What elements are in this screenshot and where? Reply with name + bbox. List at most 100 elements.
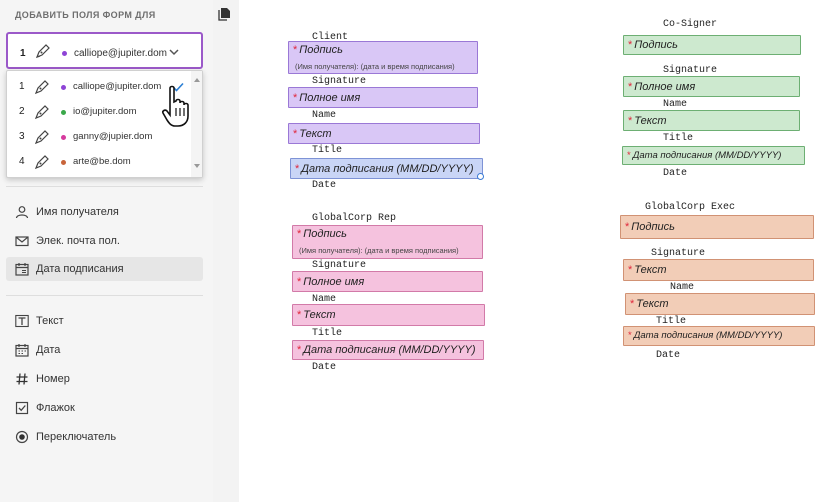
field-value: Подпись — [303, 228, 347, 240]
option-number: 3 — [19, 131, 25, 142]
field-text: * Подпись — [293, 44, 343, 56]
field-text: * Дата подписания (MM/DD/YYYY) — [297, 344, 476, 356]
field-recipient-email[interactable]: Элек. почта пол. — [6, 229, 203, 253]
gcrep-title-field[interactable]: * Текст — [292, 304, 485, 326]
recipient-color-dot — [61, 110, 66, 115]
calendar-signed-icon — [15, 263, 29, 276]
field-value: Текст — [636, 298, 669, 310]
field-value: Текст — [634, 115, 667, 127]
field-text: * Дата подписания (MM/DD/YYYY) — [295, 163, 474, 175]
field-checkbox[interactable]: Флажок — [6, 396, 203, 420]
calendar-icon — [15, 344, 29, 357]
field-label: Номер — [36, 373, 70, 385]
recipient-option-4[interactable]: 4 arte@be.dom — [7, 149, 192, 174]
field-text: * Полное имя — [297, 276, 365, 288]
option-email: ganny@jupier.dom — [73, 131, 153, 142]
field-signing-date[interactable]: Дата подписания — [6, 257, 203, 281]
signature-pen-icon — [34, 130, 49, 145]
scroll-up-icon[interactable] — [194, 78, 200, 82]
hand-cursor-icon — [162, 85, 189, 127]
field-text: * Текст — [630, 298, 669, 310]
cosigner-signature-field[interactable]: * Подпись — [623, 35, 801, 55]
field-text: * Дата подписания (MM/DD/YYYY) — [627, 150, 782, 161]
gcrep-heading: GlobalCorp Rep — [312, 213, 397, 224]
signature-pen-icon — [34, 80, 49, 95]
cosigner-title-label: Title — [663, 133, 694, 144]
gcexec-date-label: Date — [656, 350, 681, 361]
copy-icon[interactable] — [218, 7, 232, 21]
signature-pen-icon — [34, 155, 49, 170]
sidebar-divider — [6, 295, 203, 296]
gcrep-name-field[interactable]: * Полное имя — [292, 271, 483, 292]
gcrep-date-field[interactable]: * Дата подписания (MM/DD/YYYY) — [292, 340, 484, 360]
field-label: Флажок — [36, 402, 75, 414]
client-title-label: Title — [312, 145, 343, 156]
field-radio[interactable]: Переключатель — [6, 425, 203, 449]
field-text: * Подпись — [625, 221, 675, 233]
client-title-field[interactable]: * Текст — [288, 123, 480, 144]
signature-pen-icon — [34, 105, 49, 120]
option-email: arte@be.dom — [73, 156, 131, 167]
sidebar: ДОБАВИТЬ ПОЛЯ ФОРМ ДЛЯ 1 calliope@jupite… — [0, 0, 213, 502]
field-date[interactable]: Дата — [6, 338, 203, 362]
recipient-select[interactable]: 1 calliope@jupiter.dom — [6, 32, 203, 69]
client-date-field[interactable]: * Дата подписания (MM/DD/YYYY) — [290, 158, 483, 179]
client-signature-label: Signature — [312, 76, 367, 87]
toolbar-gutter — [213, 0, 239, 502]
field-text: * Дата подписания (MM/DD/YYYY) — [628, 330, 783, 341]
resize-handle[interactable] — [477, 173, 484, 180]
cosigner-signature-label: Signature — [663, 65, 718, 76]
field-text: * Текст — [628, 264, 667, 276]
option-email: calliope@jupiter.dom — [73, 81, 162, 92]
option-number: 1 — [19, 81, 25, 92]
gcexec-name-field[interactable]: * Текст — [623, 259, 814, 281]
scroll-down-icon[interactable] — [194, 164, 200, 168]
recipient-color-dot — [61, 85, 66, 90]
field-value: Подпись — [631, 221, 675, 233]
field-text: * Текст — [628, 115, 667, 127]
cosigner-title-field[interactable]: * Текст — [623, 110, 800, 131]
option-email: io@jupiter.dom — [73, 106, 137, 117]
option-number: 4 — [19, 156, 25, 167]
field-text[interactable]: Текст — [6, 309, 203, 333]
field-value: Текст — [303, 309, 336, 321]
signature-pen-icon — [35, 44, 50, 59]
field-text: * Полное имя — [628, 81, 696, 93]
recipient-color-dot — [61, 160, 66, 165]
option-number: 2 — [19, 106, 25, 117]
field-text: * Подпись — [628, 39, 678, 51]
gcexec-signature-field[interactable]: * Подпись — [620, 215, 814, 239]
cosigner-date-label: Date — [663, 168, 688, 179]
cosigner-name-field[interactable]: * Полное имя — [623, 76, 800, 97]
field-number[interactable]: Номер — [6, 367, 203, 391]
field-value: Дата подписания (MM/DD/YYYY) — [633, 330, 783, 341]
gcexec-date-field[interactable]: * Дата подписания (MM/DD/YYYY) — [623, 326, 815, 346]
gcrep-signature-field[interactable]: * Подпись (Имя получателя): (дата и время… — [292, 225, 483, 259]
field-value: Текст — [299, 128, 332, 140]
gcexec-heading: GlobalCorp Exec — [645, 202, 736, 213]
field-value: Дата подписания (MM/DD/YYYY) — [303, 344, 476, 356]
client-signature-field[interactable]: * Подпись (Имя получателя): (дата и время… — [288, 41, 478, 74]
gcexec-name-label: Name — [670, 282, 695, 293]
field-value: Дата подписания (MM/DD/YYYY) — [301, 163, 474, 175]
field-recipient-name[interactable]: Имя получателя — [6, 200, 203, 224]
text-field-icon — [15, 314, 29, 328]
checkbox-icon — [15, 401, 29, 415]
cosigner-name-label: Name — [663, 99, 688, 110]
gcexec-title-field[interactable]: * Текст — [625, 293, 815, 315]
gcrep-date-label: Date — [312, 362, 337, 373]
dropdown-scrollbar[interactable] — [191, 71, 202, 177]
field-value: Дата подписания (MM/DD/YYYY) — [632, 150, 782, 161]
field-label: Переключатель — [36, 431, 117, 443]
recipient-email: calliope@jupiter.dom — [74, 48, 167, 59]
document-canvas: Client * Подпись (Имя получателя): (дата … — [239, 0, 830, 502]
recipient-color-dot — [61, 135, 66, 140]
recipient-number: 1 — [20, 48, 26, 59]
cosigner-date-field[interactable]: * Дата подписания (MM/DD/YYYY) — [622, 146, 805, 165]
gcrep-signature-label: Signature — [312, 260, 367, 271]
client-name-label: Name — [312, 110, 337, 121]
field-text: * Текст — [297, 309, 336, 321]
chevron-down-icon[interactable] — [168, 46, 180, 58]
field-value: Подпись — [299, 44, 343, 56]
client-name-field[interactable]: * Полное имя — [288, 87, 478, 108]
